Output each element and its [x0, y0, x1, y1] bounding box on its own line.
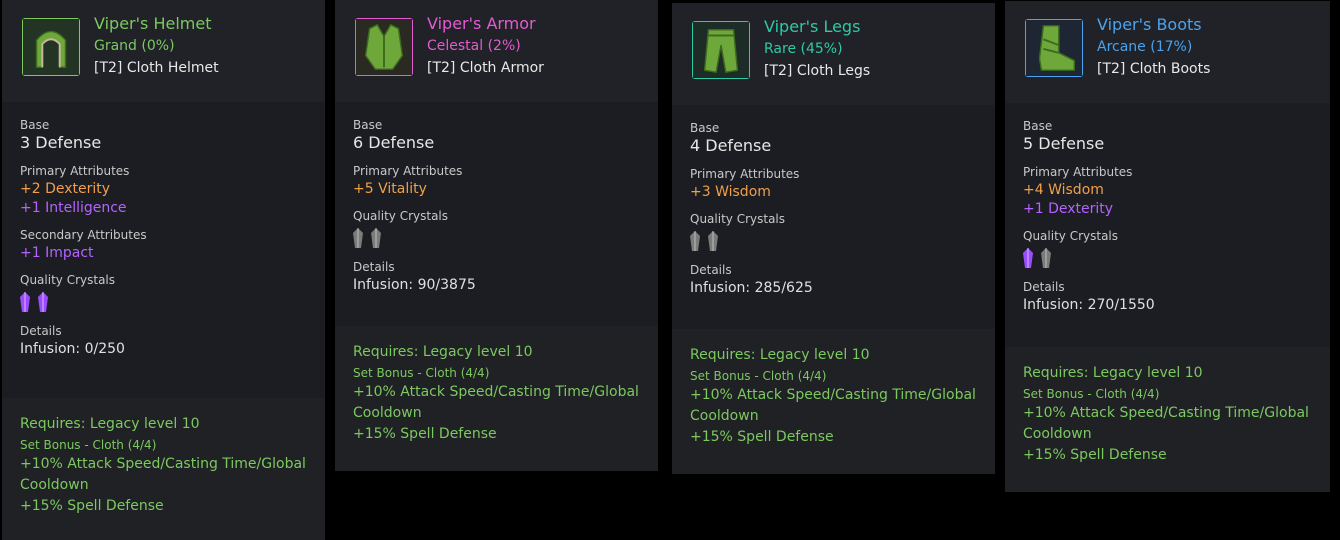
purple-crystal-icon [1023, 248, 1033, 268]
base-value: 5 Defense [1023, 134, 1105, 153]
gray-crystal-icon [353, 228, 363, 248]
infusion-value: Infusion: 285/625 [690, 280, 813, 296]
gray-crystal-icon [708, 231, 718, 251]
set-bonus-effect: +10% Attack Speed/Casting Time/Global Co… [20, 456, 306, 493]
set-bonus-label: Set Bonus - Cloth (4/4) [1023, 387, 1160, 401]
primary-attributes-label: Primary Attributes [20, 164, 130, 178]
requirement-text: Requires: Legacy level 10 [690, 347, 870, 363]
set-bonus-effect: +15% Spell Defense [20, 498, 164, 514]
item-name: Viper's Armor [427, 14, 536, 33]
base-label: Base [20, 118, 50, 132]
set-bonus-label: Set Bonus - Cloth (4/4) [353, 366, 490, 380]
primary-attribute: +4 Wisdom [1023, 182, 1104, 198]
quality-crystals-label: Quality Crystals [690, 212, 786, 226]
item-name: Viper's Legs [764, 17, 861, 36]
base-value: 3 Defense [20, 133, 102, 152]
primary-attribute: +3 Wisdom [690, 184, 771, 200]
set-bonus-effect: +15% Spell Defense [353, 426, 497, 442]
item-rarity: Rare (45%) [764, 41, 843, 57]
primary-attribute: +5 Vitality [353, 181, 427, 197]
base-label: Base [1023, 119, 1053, 133]
armor-icon [355, 18, 413, 76]
set-bonus-effect: +15% Spell Defense [690, 429, 834, 445]
item-name: Viper's Boots [1097, 15, 1202, 34]
tooltip-footer: Requires: Legacy level 10 Set Bonus - Cl… [672, 329, 995, 474]
base-label: Base [690, 121, 720, 135]
legs-icon [692, 21, 750, 79]
tooltip-footer: Requires: Legacy level 10 Set Bonus - Cl… [2, 398, 325, 540]
item-tooltip-armor: Viper's Armor Celestal (2%) [T2] Cloth A… [335, 0, 658, 471]
item-tooltip-helmet: Viper's Helmet Grand (0%) [T2] Cloth Hel… [2, 0, 325, 540]
tooltip-footer: Requires: Legacy level 10 Set Bonus - Cl… [335, 326, 658, 471]
purple-crystal-icon [38, 292, 48, 312]
primary-attribute: +1 Intelligence [20, 200, 127, 216]
details-label: Details [20, 324, 62, 338]
requirement-text: Requires: Legacy level 10 [353, 344, 533, 360]
tooltip-header: Viper's Helmet Grand (0%) [T2] Cloth Hel… [2, 0, 325, 102]
set-bonus-label: Set Bonus - Cloth (4/4) [690, 369, 827, 383]
item-rarity: Celestal (2%) [427, 38, 521, 54]
secondary-attribute: +1 Impact [20, 245, 94, 261]
item-name: Viper's Helmet [94, 14, 212, 33]
infusion-value: Infusion: 90/3875 [353, 277, 476, 293]
primary-attribute: +2 Dexterity [20, 181, 111, 197]
quality-crystals-label: Quality Crystals [353, 209, 449, 223]
quality-crystals-label: Quality Crystals [1023, 229, 1119, 243]
item-rarity: Arcane (17%) [1097, 39, 1193, 55]
primary-attributes-label: Primary Attributes [353, 164, 463, 178]
set-bonus-effect: +10% Attack Speed/Casting Time/Global Co… [353, 384, 639, 421]
tooltip-header: Viper's Boots Arcane (17%) [T2] Cloth Bo… [1005, 1, 1330, 103]
item-tooltip-legs: Viper's Legs Rare (45%) [T2] Cloth Legs … [672, 3, 995, 474]
set-bonus-effect: +15% Spell Defense [1023, 447, 1167, 463]
base-label: Base [353, 118, 383, 132]
base-value: 6 Defense [353, 133, 435, 152]
helmet-icon [22, 18, 80, 76]
item-type: [T2] Cloth Helmet [94, 60, 219, 76]
requirement-text: Requires: Legacy level 10 [1023, 365, 1203, 381]
tooltip-header: Viper's Armor Celestal (2%) [T2] Cloth A… [335, 0, 658, 102]
primary-attribute: +1 Dexterity [1023, 201, 1114, 217]
gray-crystal-icon [371, 228, 381, 248]
purple-crystal-icon [20, 292, 30, 312]
tooltip-header: Viper's Legs Rare (45%) [T2] Cloth Legs [672, 3, 995, 105]
infusion-value: Infusion: 0/250 [20, 341, 125, 357]
item-type: [T2] Cloth Legs [764, 63, 871, 79]
item-type: [T2] Cloth Boots [1097, 61, 1211, 77]
gray-crystal-icon [1041, 248, 1051, 268]
set-bonus-effect: +10% Attack Speed/Casting Time/Global Co… [1023, 405, 1309, 442]
item-tooltip-boots: Viper's Boots Arcane (17%) [T2] Cloth Bo… [1005, 1, 1330, 492]
secondary-attributes-label: Secondary Attributes [20, 228, 147, 242]
set-bonus-label: Set Bonus - Cloth (4/4) [20, 438, 157, 452]
requirement-text: Requires: Legacy level 10 [20, 416, 200, 432]
boots-icon [1025, 19, 1083, 77]
item-type: [T2] Cloth Armor [427, 60, 544, 76]
item-rarity: Grand (0%) [94, 38, 175, 54]
primary-attributes-label: Primary Attributes [690, 167, 800, 181]
details-label: Details [690, 263, 732, 277]
details-label: Details [1023, 280, 1065, 294]
gray-crystal-icon [690, 231, 700, 251]
base-value: 4 Defense [690, 136, 772, 155]
tooltip-footer: Requires: Legacy level 10 Set Bonus - Cl… [1005, 347, 1330, 492]
primary-attributes-label: Primary Attributes [1023, 165, 1133, 179]
details-label: Details [353, 260, 395, 274]
set-bonus-effect: +10% Attack Speed/Casting Time/Global Co… [690, 387, 976, 424]
quality-crystals-label: Quality Crystals [20, 273, 116, 287]
infusion-value: Infusion: 270/1550 [1023, 297, 1155, 313]
